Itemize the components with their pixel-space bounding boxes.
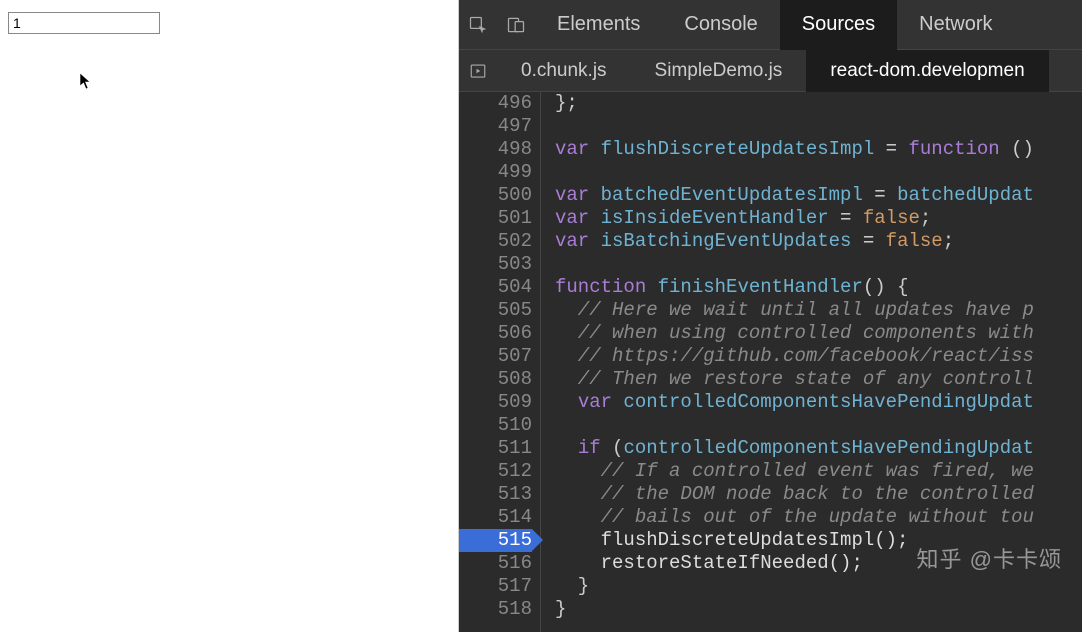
line-number-gutter[interactable]: 4964974984995005015025035045055065075085… bbox=[459, 92, 541, 632]
code-line[interactable]: var flushDiscreteUpdatesImpl = function … bbox=[555, 138, 1082, 161]
code-line[interactable] bbox=[555, 253, 1082, 276]
file-tab-0-chunk[interactable]: 0.chunk.js bbox=[497, 50, 631, 92]
line-number[interactable]: 515 bbox=[459, 529, 532, 552]
code-line[interactable]: var isInsideEventHandler = false; bbox=[555, 207, 1082, 230]
tab-label: Elements bbox=[557, 13, 640, 36]
line-number[interactable]: 500 bbox=[459, 184, 532, 207]
tab-console[interactable]: Console bbox=[662, 0, 779, 50]
inspect-element-icon[interactable] bbox=[459, 0, 497, 50]
code-line[interactable] bbox=[555, 115, 1082, 138]
line-number[interactable]: 517 bbox=[459, 575, 532, 598]
code-line[interactable]: // when using controlled components with bbox=[555, 322, 1082, 345]
line-number[interactable]: 513 bbox=[459, 483, 532, 506]
tab-label: Network bbox=[919, 13, 992, 36]
line-number[interactable]: 499 bbox=[459, 161, 532, 184]
file-tabs: 0.chunk.js SimpleDemo.js react-dom.devel… bbox=[497, 50, 1082, 92]
line-number[interactable]: 505 bbox=[459, 299, 532, 322]
line-number[interactable]: 516 bbox=[459, 552, 532, 575]
show-navigator-icon[interactable] bbox=[459, 50, 497, 92]
line-number[interactable]: 496 bbox=[459, 92, 532, 115]
file-tab-simpledemo[interactable]: SimpleDemo.js bbox=[631, 50, 807, 92]
mouse-cursor-icon bbox=[79, 72, 93, 95]
line-number[interactable]: 497 bbox=[459, 115, 532, 138]
code-line[interactable] bbox=[555, 414, 1082, 437]
file-tab-react-dom[interactable]: react-dom.developmen bbox=[806, 50, 1048, 92]
code-content[interactable]: }; var flushDiscreteUpdatesImpl = functio… bbox=[541, 92, 1082, 632]
code-line[interactable]: // https://github.com/facebook/react/iss bbox=[555, 345, 1082, 368]
file-tab-label: react-dom.developmen bbox=[830, 60, 1024, 82]
code-line[interactable]: }; bbox=[555, 92, 1082, 115]
device-toolbar-icon[interactable] bbox=[497, 0, 535, 50]
main-tabs: Elements Console Sources Network bbox=[535, 0, 1015, 50]
file-tab-bar: 0.chunk.js SimpleDemo.js react-dom.devel… bbox=[459, 50, 1082, 92]
line-number[interactable]: 514 bbox=[459, 506, 532, 529]
code-editor[interactable]: 4964974984995005015025035045055065075085… bbox=[459, 92, 1082, 632]
line-number[interactable]: 518 bbox=[459, 598, 532, 621]
line-number[interactable]: 511 bbox=[459, 437, 532, 460]
devtools-toolbar: Elements Console Sources Network bbox=[459, 0, 1082, 50]
code-line[interactable]: function finishEventHandler() { bbox=[555, 276, 1082, 299]
line-number[interactable]: 506 bbox=[459, 322, 532, 345]
code-line[interactable]: var batchedEventUpdatesImpl = batchedUpd… bbox=[555, 184, 1082, 207]
code-line[interactable]: // the DOM node back to the controlled bbox=[555, 483, 1082, 506]
rendered-page bbox=[0, 0, 459, 632]
line-number[interactable]: 509 bbox=[459, 391, 532, 414]
line-number[interactable]: 498 bbox=[459, 138, 532, 161]
tab-network[interactable]: Network bbox=[897, 0, 1014, 50]
devtools-panel: Elements Console Sources Network 0.chunk… bbox=[459, 0, 1082, 632]
code-line[interactable]: var isBatchingEventUpdates = false; bbox=[555, 230, 1082, 253]
demo-text-input[interactable] bbox=[8, 12, 160, 34]
code-line[interactable]: var controlledComponentsHavePendingUpdat bbox=[555, 391, 1082, 414]
code-line[interactable]: if (controlledComponentsHavePendingUpdat bbox=[555, 437, 1082, 460]
code-line[interactable]: // Then we restore state of any controll bbox=[555, 368, 1082, 391]
file-tab-label: 0.chunk.js bbox=[521, 60, 607, 82]
line-number[interactable]: 502 bbox=[459, 230, 532, 253]
line-number[interactable]: 501 bbox=[459, 207, 532, 230]
code-line[interactable]: } bbox=[555, 598, 1082, 621]
code-line[interactable]: flushDiscreteUpdatesImpl(); bbox=[555, 529, 1082, 552]
code-line[interactable]: // Here we wait until all updates have p bbox=[555, 299, 1082, 322]
line-number[interactable]: 507 bbox=[459, 345, 532, 368]
line-number[interactable]: 512 bbox=[459, 460, 532, 483]
line-number[interactable]: 510 bbox=[459, 414, 532, 437]
code-line[interactable]: restoreStateIfNeeded(); bbox=[555, 552, 1082, 575]
tab-elements[interactable]: Elements bbox=[535, 0, 662, 50]
line-number[interactable]: 503 bbox=[459, 253, 532, 276]
file-tab-label: SimpleDemo.js bbox=[655, 60, 783, 82]
tab-label: Console bbox=[684, 13, 757, 36]
code-line[interactable]: // bails out of the update without tou bbox=[555, 506, 1082, 529]
line-number[interactable]: 508 bbox=[459, 368, 532, 391]
tab-sources[interactable]: Sources bbox=[780, 0, 897, 50]
code-line[interactable]: } bbox=[555, 575, 1082, 598]
code-line[interactable] bbox=[555, 161, 1082, 184]
line-number[interactable]: 504 bbox=[459, 276, 532, 299]
tab-label: Sources bbox=[802, 13, 875, 36]
code-line[interactable]: // If a controlled event was fired, we bbox=[555, 460, 1082, 483]
